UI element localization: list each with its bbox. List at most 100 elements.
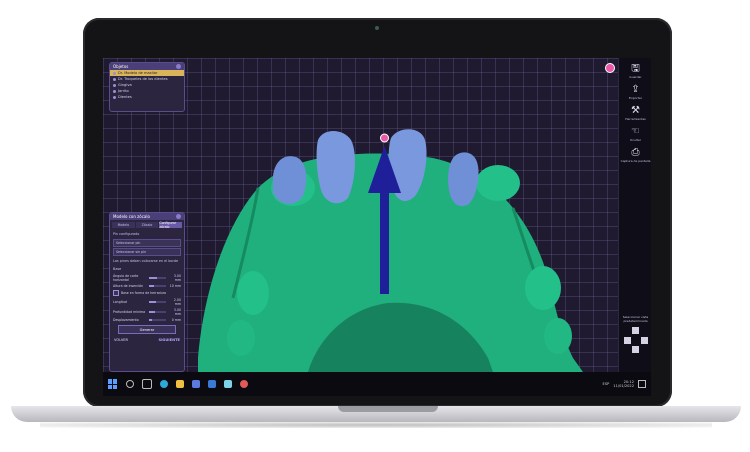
slider-value: 2.00 mm — [173, 298, 181, 306]
view-top-button[interactable] — [632, 327, 639, 334]
tools-icon: ⚒ — [631, 105, 640, 116]
folder-icon[interactable] — [176, 380, 184, 388]
base-label: Base — [113, 267, 122, 271]
store-icon[interactable] — [192, 380, 200, 388]
slider-label: Longitud — [113, 300, 127, 304]
slider-length[interactable]: Longitud 2.00 mm — [110, 297, 184, 307]
dental-app-icon[interactable] — [240, 380, 248, 388]
tab-model[interactable]: Modelo — [112, 222, 135, 228]
slider-track[interactable] — [149, 311, 166, 313]
slider-value: 3.00 mm — [173, 308, 181, 316]
tool-label: Guardar — [629, 75, 642, 79]
screenshot-icon: ⎙ — [631, 147, 640, 158]
slider-cut-angle[interactable]: Ángulo de corte horizontal 3.00 mm — [110, 273, 184, 283]
eye-icon[interactable] — [113, 71, 116, 75]
slider-offset[interactable]: Desplazamiento 0 mm — [110, 317, 184, 323]
objects-panel: Objetos Dr. Modelo de maxilar Dr. Troque… — [109, 62, 185, 112]
eye-icon[interactable] — [113, 77, 116, 81]
webcam — [375, 26, 379, 30]
screen: Objetos Dr. Modelo de maxilar Dr. Troque… — [103, 58, 651, 396]
orientation-label: Seleccionar vista predeterminada — [622, 315, 649, 323]
tab-base[interactable]: Zócalo — [135, 222, 159, 228]
tool-tools[interactable]: ⚒ Herramientas — [619, 105, 651, 122]
3d-viewport[interactable]: Objetos Dr. Modelo de maxilar Dr. Troque… — [103, 58, 618, 372]
tool-hide[interactable]: ☜ Ocultar — [619, 126, 651, 143]
view-cube-icon[interactable] — [605, 63, 615, 73]
export-icon: ⇪ — [631, 84, 640, 95]
slider-label: Ángulo de corte horizontal — [113, 274, 139, 282]
section-label: Pin configurado — [113, 232, 140, 236]
slider-label: Desplazamiento — [113, 318, 139, 322]
panel-footer: VOLVER SIGUIENTE — [110, 336, 184, 344]
checkbox-box[interactable] — [113, 290, 119, 296]
tool-export[interactable]: ⇪ Exportar — [619, 84, 651, 101]
tool-label: Ocultar — [630, 138, 641, 142]
slider-track[interactable] — [149, 301, 166, 303]
system-tray: ESP 20:12 11/01/2022 — [603, 380, 651, 389]
object-item-label: Dientes — [118, 95, 132, 99]
generate-button[interactable]: Generar — [118, 325, 176, 334]
object-item-label: Jarrito — [118, 89, 129, 93]
tool-label: Herramientas — [625, 117, 646, 121]
eye-icon[interactable] — [113, 83, 116, 87]
search-icon[interactable] — [126, 380, 134, 388]
right-toolbar: 🖫 Guardar ⇪ Exportar ⚒ Herramientas ☜ Oc… — [618, 58, 651, 372]
model-base-panel-header: Modelo con zócalo — [110, 213, 184, 220]
slider-track[interactable] — [149, 285, 166, 287]
taskbar: ESP 20:12 11/01/2022 — [103, 372, 651, 396]
notification-icon[interactable] — [638, 380, 646, 388]
close-icon[interactable] — [176, 64, 181, 69]
eye-icon[interactable] — [113, 95, 116, 99]
orientation-pad[interactable] — [623, 327, 648, 353]
windows-start-icon[interactable] — [108, 379, 118, 389]
tab-configure-base[interactable]: Configurar zócalo — [159, 221, 183, 229]
language-indicator[interactable]: ESP — [603, 382, 610, 386]
model-base-panel: Modelo con zócalo Modelo Zócalo Configur… — [109, 212, 185, 372]
model-base-panel-title: Modelo con zócalo — [113, 214, 150, 219]
save-icon: 🖫 — [631, 63, 640, 74]
task-view-icon[interactable] — [142, 379, 152, 389]
tool-save[interactable]: 🖫 Guardar — [619, 63, 651, 80]
slider-track[interactable] — [149, 277, 166, 279]
pin-select[interactable]: Seleccionar pin — [113, 239, 181, 247]
tool-label: Captura de pantalla — [620, 159, 651, 163]
slider-min-depth[interactable]: Profundidad mínima 3.00 mm — [110, 307, 184, 317]
object-item-label: Gingiva — [118, 83, 132, 87]
laptop-base — [11, 406, 741, 422]
back-button[interactable]: VOLVER — [114, 338, 128, 342]
slider-label: Profundidad mínima — [113, 310, 146, 314]
object-item-label: Dr. Troqueles de los dientes — [118, 77, 168, 81]
orientation-widget: Seleccionar vista predeterminada — [620, 315, 651, 360]
slider-value: 0 mm — [171, 318, 181, 322]
pin-note: Los pines deben colocarse en el borde — [113, 259, 179, 263]
tooth-die — [273, 156, 307, 204]
arrow-handle — [380, 133, 389, 143]
hand-icon: ☜ — [631, 126, 640, 137]
close-icon[interactable] — [176, 214, 181, 219]
laptop-notch — [338, 406, 438, 412]
app-icon[interactable] — [224, 380, 232, 388]
objects-panel-title: Objetos — [113, 64, 129, 69]
checkbox-label: Base en forma de herradura — [121, 291, 166, 295]
laptop-lid: Objetos Dr. Modelo de maxilar Dr. Troque… — [83, 18, 672, 407]
tool-label: Exportar — [629, 96, 642, 100]
view-bottom-button[interactable] — [632, 346, 639, 353]
view-right-button[interactable] — [640, 336, 648, 344]
slider-value: 10 mm — [169, 284, 181, 288]
laptop-shadow — [40, 422, 712, 428]
tooth-die — [316, 131, 355, 204]
horseshoe-checkbox[interactable]: Base en forma de herradura — [110, 289, 184, 297]
view-left-button[interactable] — [623, 336, 631, 344]
objects-panel-header: Objetos — [110, 63, 184, 70]
clock-date: 11/01/2022 — [613, 384, 634, 388]
mail-icon[interactable] — [208, 380, 216, 388]
object-item-teeth[interactable]: Dientes — [110, 94, 184, 100]
tool-screenshot[interactable]: ⎙ Captura de pantalla — [619, 147, 651, 164]
clock[interactable]: 20:12 11/01/2022 — [613, 380, 634, 389]
eye-icon[interactable] — [113, 89, 116, 93]
no-pin-select[interactable]: Seleccionar sin pin — [113, 248, 181, 256]
slider-value: 3.00 mm — [173, 274, 181, 282]
slider-track[interactable] — [149, 319, 166, 321]
next-button[interactable]: SIGUIENTE — [159, 338, 181, 342]
edge-icon[interactable] — [160, 380, 168, 388]
